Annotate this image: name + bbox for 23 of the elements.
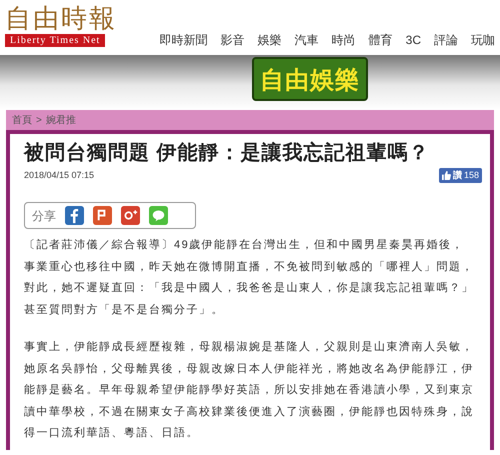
site-logo[interactable]: 自由時報	[5, 4, 117, 34]
nav-link[interactable]: 汽車	[294, 31, 319, 49]
nav-link[interactable]: 體育	[368, 31, 393, 49]
breadcrumb-separator: >	[36, 114, 42, 128]
nav-link[interactable]: 評論	[434, 31, 458, 49]
site-logo-subtitle: Liberty Times Net	[5, 34, 106, 47]
facebook-icon[interactable]	[65, 206, 84, 225]
article-paragraph: 事實上，伊能靜成長經歷複雜，母親楊淑婉是基隆人，父親則是山東濟南人吳敏，她原名吳靜怡，父母離異後，母親改嫁日本人伊能祥光，將她改名為伊能靜江，伊能靜是藝名。早年母親希望伊能靜學好英語，所以安排她在香港讀小學，又到東京讀中華學校，不過在關東女子高校肄業後便進入了演藝圈，伊能靜也因特殊身，說得一口流利華語、粵語、日語。	[24, 340, 475, 441]
section-logo[interactable]: 自由娛樂	[252, 57, 368, 101]
plurk-icon[interactable]	[93, 206, 112, 225]
article-title: 被問台獨問題 伊能靜：是讓我忘記祖輩嗎？	[24, 140, 431, 166]
nav-link[interactable]: 即時新聞	[160, 31, 208, 49]
nav-link[interactable]: 娛樂	[258, 31, 282, 49]
article-paragraph: 〔記者莊沛儀／綜合報導〕49歲伊能靜在台灣出生，但和中國男星秦昊再婚後，事業重心也移往中國，昨天她在微博開直播，不免被問到敏感的「哪裡人」問題，對此，她不遲疑直回：「我是中國人，我爸爸是山東人，你是讓我忘記祖輩嗎？」甚至質問對方「是不是台獨分子」。	[24, 238, 475, 318]
share-label: 分享	[32, 208, 56, 224]
nav-link[interactable]: 玩咖	[471, 31, 495, 49]
nav-link[interactable]: 3C	[406, 31, 421, 49]
thumbs-up-icon	[442, 171, 451, 180]
nav-link[interactable]: 時尚	[332, 31, 356, 49]
article-date: 2018/04/15 07:15	[24, 168, 94, 182]
like-button[interactable]: 讚 158	[438, 168, 482, 183]
nav-link[interactable]: 影音	[220, 31, 245, 49]
google-plus-icon[interactable]	[121, 206, 140, 225]
